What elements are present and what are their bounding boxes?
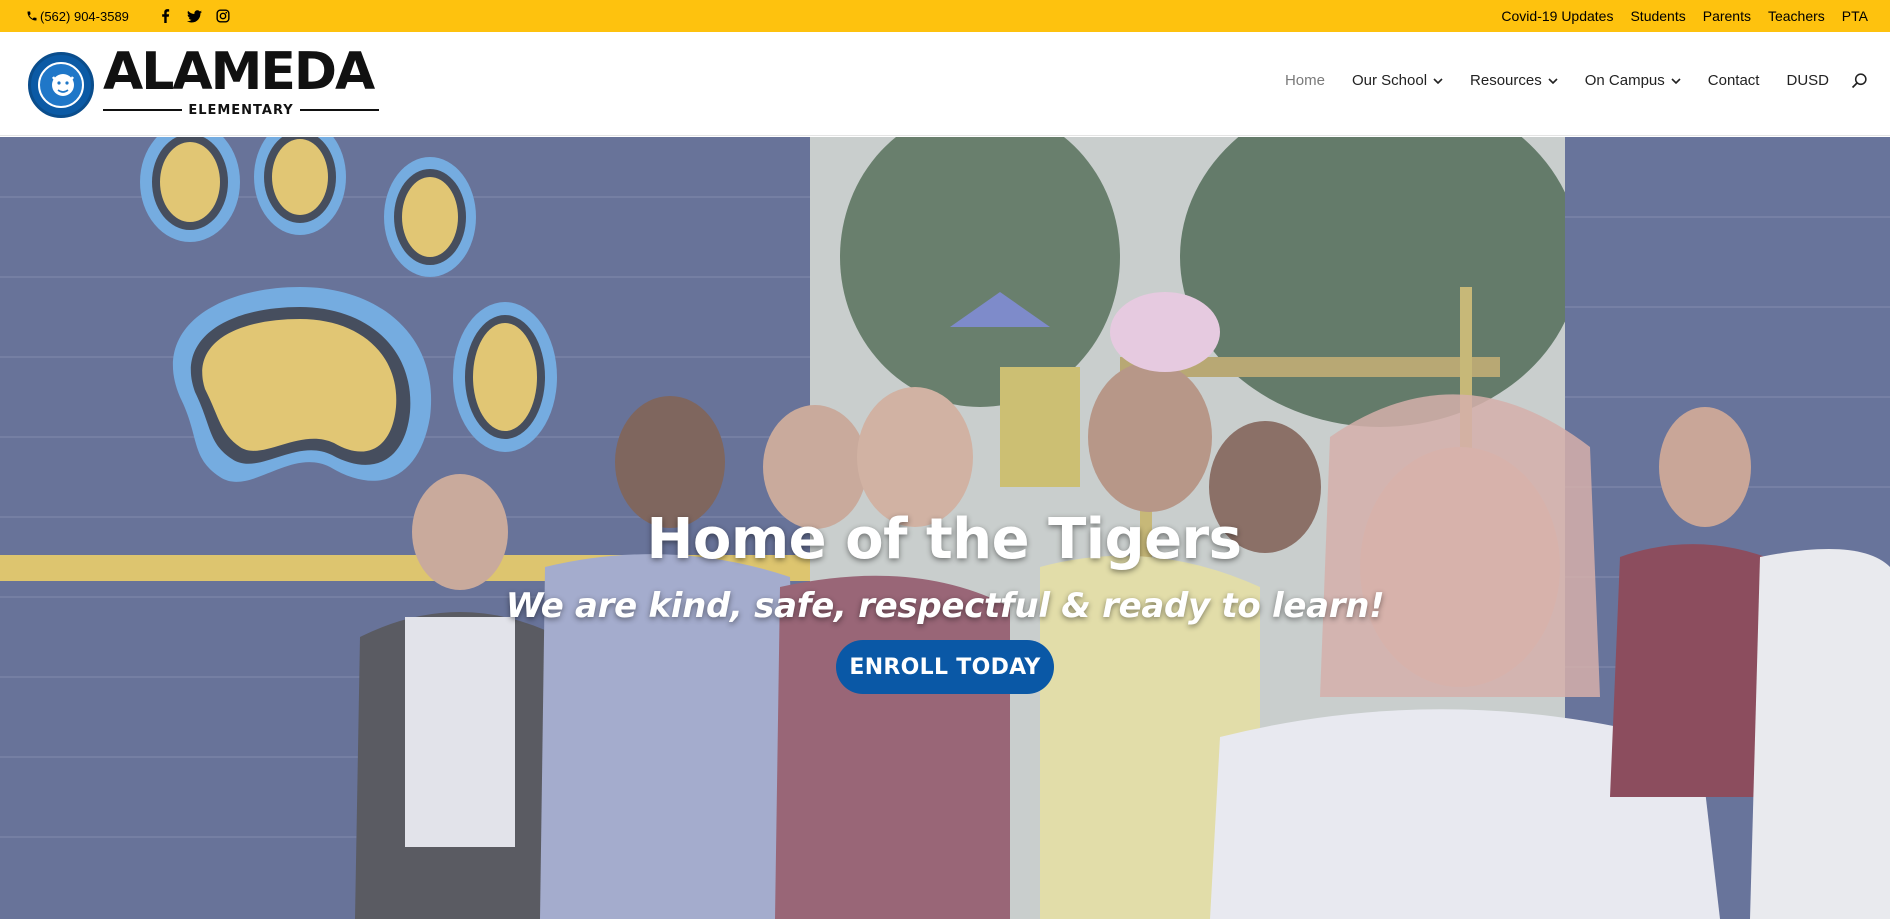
- link-students[interactable]: Students: [1630, 8, 1685, 24]
- nav-on-campus[interactable]: On Campus: [1585, 72, 1681, 89]
- hero-title: Home of the Tigers: [646, 507, 1242, 572]
- nav-label: On Campus: [1584, 72, 1665, 89]
- tiger-seal-icon: [28, 52, 94, 118]
- search-icon[interactable]: [1851, 72, 1868, 89]
- twitter-icon[interactable]: [186, 9, 202, 24]
- nav-resources[interactable]: Resources: [1470, 72, 1558, 89]
- school-logo[interactable]: ALAMEDA ELEMENTARY: [28, 44, 384, 120]
- nav-label: Home: [1284, 72, 1325, 89]
- phone-icon: [27, 11, 37, 21]
- phone-number: (562) 904-3589: [40, 8, 129, 24]
- hero-subtitle: We are kind, safe, respectful & ready to…: [505, 586, 1385, 626]
- link-covid-updates[interactable]: Covid-19 Updates: [1501, 8, 1613, 24]
- social-links: [158, 9, 231, 24]
- nav-label: Contact: [1707, 72, 1760, 89]
- logo-subtitle: ELEMENTARY: [188, 102, 294, 118]
- nav-our-school[interactable]: Our School: [1352, 72, 1443, 89]
- nav-label: Our School: [1351, 72, 1428, 89]
- nav-label: DUSD: [1786, 72, 1829, 89]
- hero-section: Home of the Tigers We are kind, safe, re…: [0, 137, 1890, 919]
- hero-content: Home of the Tigers We are kind, safe, re…: [0, 137, 1890, 919]
- nav-dusd[interactable]: DUSD: [1786, 72, 1829, 89]
- logo-wordmark: ALAMEDA: [103, 42, 375, 102]
- enroll-today-button[interactable]: ENROLL TODAY: [836, 640, 1054, 694]
- chevron-down-icon: [1433, 77, 1443, 84]
- link-pta[interactable]: PTA: [1842, 8, 1868, 24]
- instagram-icon[interactable]: [216, 9, 231, 24]
- link-teachers[interactable]: Teachers: [1768, 8, 1825, 24]
- nav-home[interactable]: Home: [1285, 72, 1325, 89]
- nav-contact[interactable]: Contact: [1708, 72, 1760, 89]
- chevron-down-icon: [1548, 77, 1558, 84]
- chevron-down-icon: [1671, 77, 1681, 84]
- site-header: ALAMEDA ELEMENTARY Home Our School Resou…: [0, 32, 1890, 136]
- secondary-nav: Covid-19 Updates Students Parents Teache…: [1501, 8, 1868, 24]
- nav-label: Resources: [1470, 72, 1542, 89]
- phone-contact[interactable]: (562) 904-3589: [26, 9, 129, 24]
- facebook-icon[interactable]: [158, 9, 173, 24]
- main-nav: Home Our School Resources On Campus Cont…: [1285, 72, 1868, 89]
- logo-subtitle-row: ELEMENTARY: [103, 102, 379, 118]
- link-parents[interactable]: Parents: [1703, 8, 1751, 24]
- top-bar: (562) 904-3589 Covid-19 Updates Students…: [0, 0, 1890, 32]
